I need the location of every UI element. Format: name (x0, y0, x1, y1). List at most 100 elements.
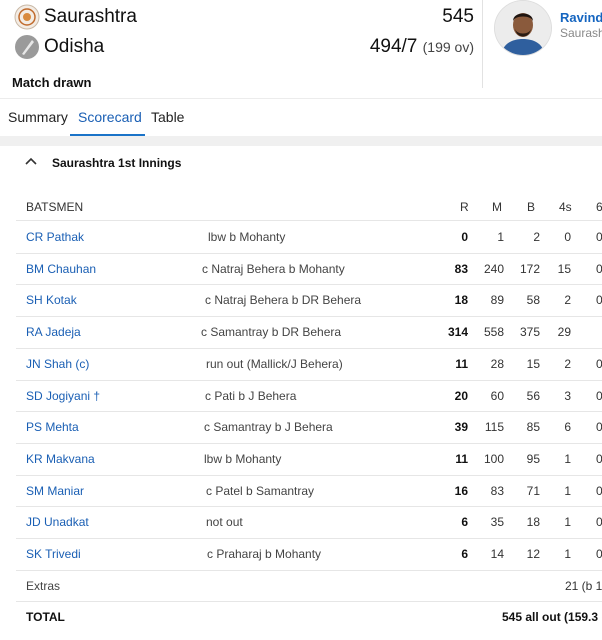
runs-value: 18 (454, 293, 468, 308)
header-minutes: M (492, 200, 502, 214)
minutes-value: 100 (483, 451, 504, 466)
sixes-value: 0 (596, 230, 602, 244)
minutes-value: 35 (490, 515, 504, 530)
total-value: 545 all out (159.3 ( (502, 610, 602, 625)
sixes-value: 0 (596, 261, 602, 276)
team2-name: Odisha (44, 36, 105, 57)
batsman-name-link[interactable]: SM Maniar (26, 484, 84, 498)
batsman-row: JN Shah (c) run out (Mallick/J Behera) 11 2… (0, 348, 602, 379)
sixes-value: 0 (596, 547, 602, 561)
batsman-row: SK Trivedi c Praharaj b Mohanty 6 14 12 1 0 (0, 538, 602, 569)
runs-value: 314 (447, 325, 468, 340)
sixes-value: 0 (596, 483, 602, 498)
dismissal-text: c Praharaj b Mohanty (207, 547, 322, 561)
player-name[interactable]: Ravindra (560, 10, 602, 25)
divider (482, 0, 483, 88)
batsman-name-link[interactable]: JD Unadkat (26, 515, 89, 529)
runs-value: 39 (454, 420, 468, 435)
balls-value: 58 (526, 293, 540, 308)
minutes-value: 115 (484, 420, 504, 435)
team-row-2[interactable]: Odisha 494/7 (199 ov) (14, 34, 474, 62)
batsman-name-link[interactable]: SK Trivedi (26, 547, 81, 561)
fours-value: 1 (564, 451, 571, 466)
balls-value: 375 (519, 325, 540, 340)
fours-value: 0 (564, 230, 571, 244)
sixes-value: 0 (596, 356, 602, 371)
player-team: Saurashtra (560, 26, 602, 40)
balls-value: 18 (526, 515, 540, 530)
fours-value: 1 (564, 483, 571, 498)
balls-value: 12 (526, 547, 540, 561)
innings-title[interactable]: Saurashtra 1st Innings (52, 156, 181, 170)
batsman-name-link[interactable]: RA Jadeja (26, 325, 81, 339)
batsman-row: SH Kotak c Natraj Behera b DR Behera 18 89 5… (0, 284, 602, 315)
header-runs: R (460, 200, 469, 214)
runs-value: 11 (455, 451, 468, 466)
batsman-row: SM Maniar c Patel b Samantray 16 83 71 1 0 (0, 475, 602, 506)
odisha-logo-icon (14, 34, 40, 60)
minutes-value: 1 (497, 230, 504, 244)
batsman-name-link[interactable]: SH Kotak (26, 293, 77, 307)
batsman-row: PS Mehta c Samantray b J Behera 39 115 85 6 0 (0, 411, 602, 442)
balls-value: 71 (526, 483, 540, 498)
dismissal-text: lbw b Mohanty (204, 451, 282, 466)
team2-score: 494/7 (199 ov) (369, 36, 474, 57)
fours-value: 6 (564, 420, 571, 435)
batsman-row: KR Makvana lbw b Mohanty 11 100 95 1 0 (0, 443, 602, 474)
batsman-row: SD Jogiyani † c Pati b J Behera 20 60 56 3 0 (0, 380, 602, 411)
minutes-value: 14 (490, 547, 504, 561)
tab-summary[interactable]: Summary (8, 109, 68, 125)
batsman-row: CR Pathak lbw b Mohanty 0 1 2 0 0 (0, 221, 602, 252)
batsman-name-link[interactable]: BM Chauhan (26, 262, 96, 276)
player-avatar[interactable] (494, 0, 552, 56)
match-header: Saurashtra 545 Odisha 494/7 (199 ov) Mat… (0, 0, 602, 98)
tab-bar: Summary Scorecard Table (0, 98, 602, 137)
batsman-name-link[interactable]: CR Pathak (26, 230, 84, 244)
dismissal-text: c Samantray b J Behera (204, 420, 333, 435)
dismissal-text: c Natraj Behera b Mohanty (202, 261, 345, 276)
batsman-name-link[interactable]: JN Shah (c) (26, 357, 89, 371)
team-row-1[interactable]: Saurashtra 545 (14, 4, 474, 32)
minutes-value: 28 (490, 356, 504, 371)
tab-table[interactable]: Table (151, 109, 184, 125)
batsman-row: RA Jadeja c Samantray b DR Behera 314 558 37… (0, 316, 602, 347)
balls-value: 85 (526, 420, 540, 435)
fours-value: 1 (564, 547, 571, 561)
dismissal-text: c Patel b Samantray (206, 483, 315, 498)
batsman-name-link[interactable]: KR Makvana (26, 452, 95, 466)
header-sixes: 6 (596, 200, 602, 214)
team1-score: 545 (442, 6, 474, 27)
batsman-name-link[interactable]: SD Jogiyani † (26, 389, 100, 403)
balls-value: 2 (533, 230, 540, 244)
fours-value: 29 (557, 325, 571, 340)
runs-value: 83 (454, 261, 468, 276)
runs-value: 6 (461, 515, 468, 530)
total-row: TOTAL 545 all out (159.3 ( (0, 601, 602, 632)
dismissal-text: c Pati b J Behera (205, 388, 297, 403)
minutes-value: 83 (490, 483, 504, 498)
header-batsmen: BATSMEN (26, 200, 84, 214)
tab-scorecard[interactable]: Scorecard (78, 109, 142, 125)
saurashtra-logo-icon (14, 4, 40, 30)
dismissal-text: run out (Mallick/J Behera) (206, 356, 343, 371)
chevron-up-icon[interactable] (24, 155, 38, 169)
sixes-value: 0 (596, 451, 602, 466)
minutes-value: 558 (483, 325, 504, 340)
batsman-row: JD Unadkat not out 6 35 18 1 0 (0, 506, 602, 537)
fours-value: 1 (564, 515, 571, 530)
fours-value: 15 (557, 261, 571, 276)
innings-panel: Saurashtra 1st Innings BATSMEN R M B 4s … (0, 146, 602, 640)
fours-value: 2 (564, 293, 571, 308)
team1-name: Saurashtra (44, 6, 137, 27)
runs-value: 11 (455, 356, 468, 371)
balls-value: 15 (526, 356, 540, 371)
minutes-value: 60 (490, 388, 504, 403)
sixes-value: 0 (596, 293, 602, 308)
sixes-value: 0 (596, 420, 602, 435)
minutes-value: 89 (490, 293, 504, 308)
batsman-name-link[interactable]: PS Mehta (26, 420, 79, 434)
dismissal-text: not out (206, 515, 243, 530)
fours-value: 3 (564, 388, 571, 403)
balls-value: 95 (526, 451, 540, 466)
extras-value: 21 (b 13 (565, 578, 602, 593)
